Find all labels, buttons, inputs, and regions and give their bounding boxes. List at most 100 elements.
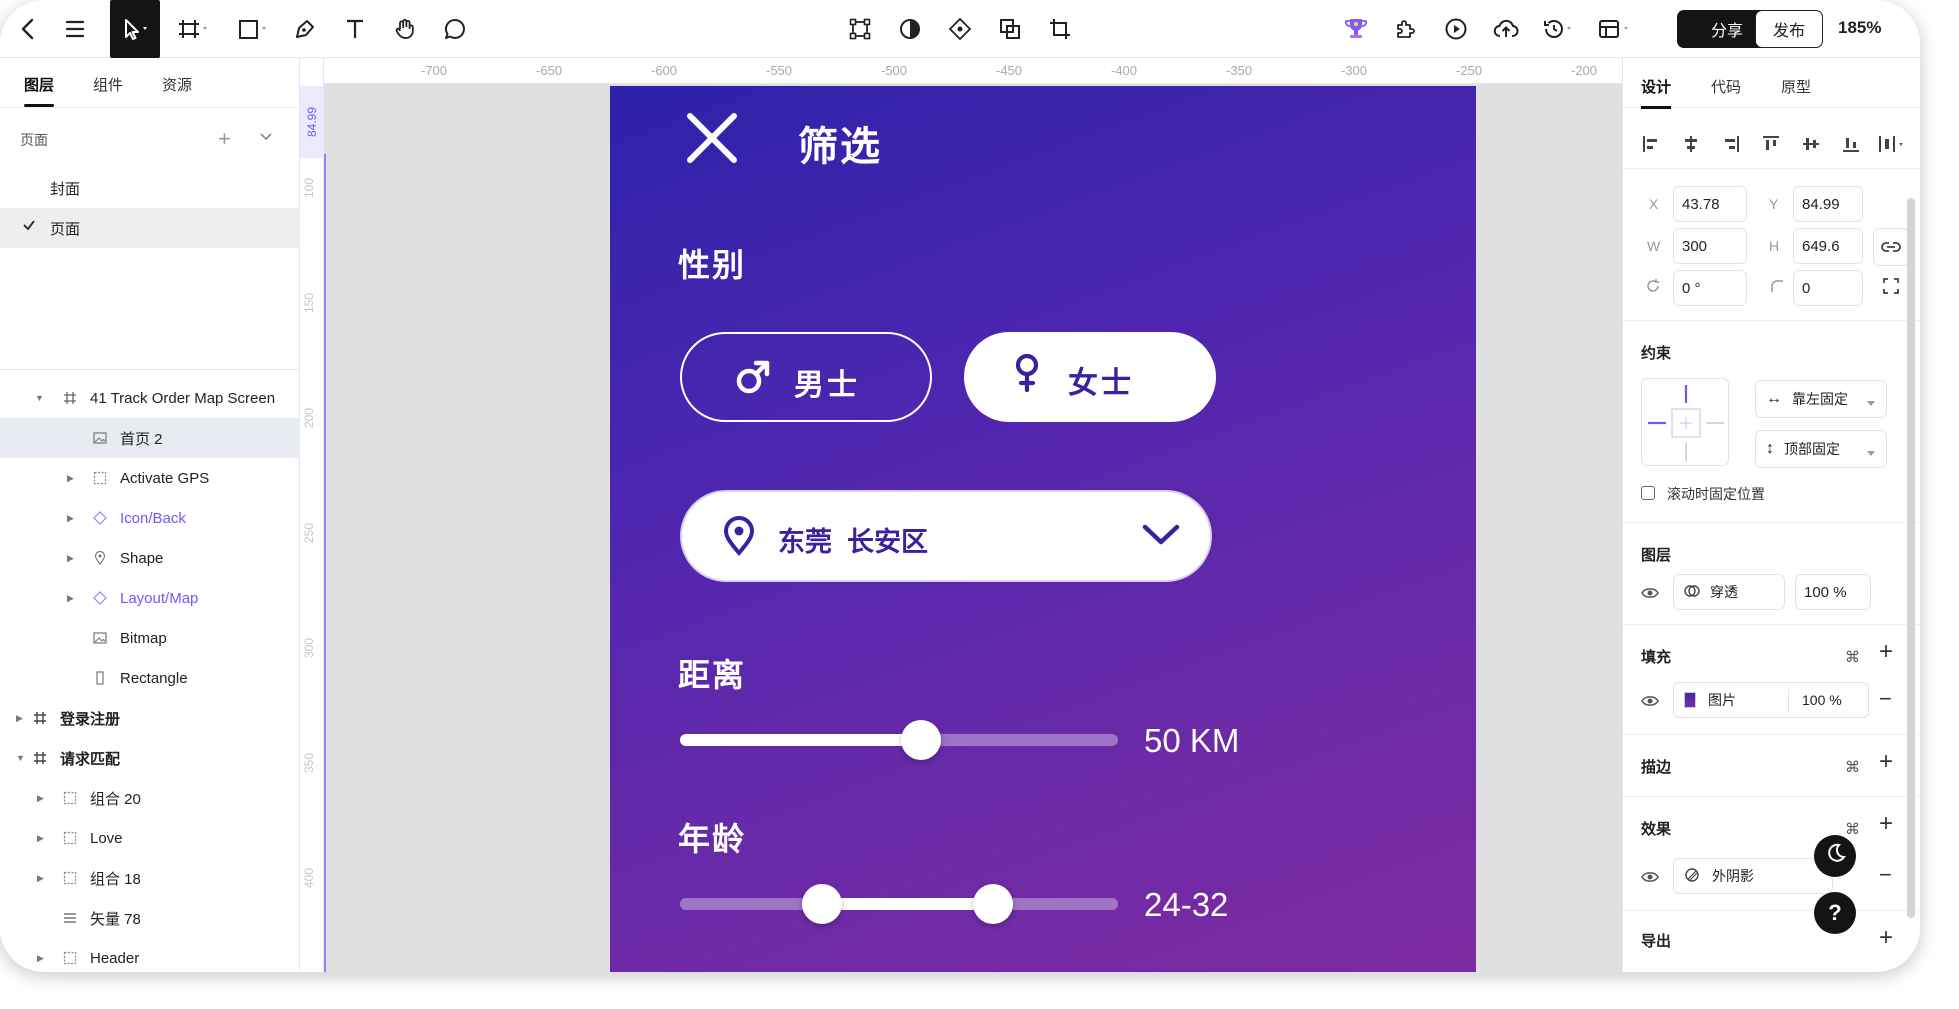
- page-item-page[interactable]: 页面: [0, 208, 300, 248]
- align-right-icon[interactable]: [1721, 134, 1741, 159]
- layer-item[interactable]: ▶ Icon/Back: [0, 498, 300, 538]
- layer-item[interactable]: ▼ 请求匹配: [0, 738, 300, 778]
- zoom-level[interactable]: 185%: [1838, 18, 1881, 38]
- horizontal-constraint-select[interactable]: ↔ 靠左固定: [1755, 380, 1887, 418]
- layer-item[interactable]: Rectangle: [0, 658, 300, 698]
- layer-item[interactable]: ▶ Activate GPS: [0, 458, 300, 498]
- effect-type-select[interactable]: 外阴影: [1673, 858, 1833, 894]
- eye-icon[interactable]: [1641, 586, 1659, 605]
- x-field[interactable]: 43.78: [1673, 186, 1747, 222]
- design-canvas[interactable]: -700 -650 -600 -550 -500 -450 -400 -350 …: [300, 58, 1622, 972]
- remove-effect-icon[interactable]: −: [1879, 862, 1892, 888]
- corner-radius-field[interactable]: 0: [1793, 270, 1863, 306]
- filter-screen-frame[interactable]: 筛选 性别 男士 女士 东莞 长安区 距离 50 KM 年龄 24-32: [610, 86, 1476, 972]
- boolean-tool-icon[interactable]: [990, 0, 1030, 58]
- menu-icon[interactable]: [55, 0, 95, 58]
- effect-style-icon[interactable]: ⌘: [1845, 820, 1860, 838]
- help-button[interactable]: ?: [1814, 892, 1856, 934]
- create-component-icon[interactable]: [940, 0, 980, 58]
- move-tool-icon[interactable]: [110, 0, 160, 58]
- constrain-proportions-icon[interactable]: [1873, 228, 1909, 266]
- stroke-style-icon[interactable]: ⌘: [1845, 758, 1860, 776]
- align-bottom-icon[interactable]: [1841, 134, 1861, 159]
- upload-icon[interactable]: [1486, 0, 1526, 58]
- rotation-field[interactable]: 0 °: [1673, 270, 1747, 306]
- back-icon[interactable]: [8, 0, 48, 58]
- male-button[interactable]: 男士: [680, 332, 932, 422]
- fix-scroll-checkbox[interactable]: [1641, 486, 1655, 500]
- hand-tool-icon[interactable]: [385, 0, 425, 58]
- layer-item[interactable]: Bitmap: [0, 618, 300, 658]
- align-center-h-icon[interactable]: [1681, 134, 1701, 159]
- fill-row[interactable]: 图片 100 %: [1673, 682, 1869, 718]
- layer-item[interactable]: ▼ 41 Track Order Map Screen: [0, 378, 300, 418]
- comment-tool-icon[interactable]: [435, 0, 475, 58]
- crop-tool-icon[interactable]: [1040, 0, 1080, 58]
- layer-item[interactable]: ▶ 组合 20: [0, 778, 300, 818]
- tab-assets[interactable]: 资源: [162, 74, 192, 95]
- layer-opacity-field[interactable]: 100 %: [1795, 574, 1871, 610]
- layer-item[interactable]: ▶ Love: [0, 818, 300, 858]
- trophy-icon[interactable]: [1336, 0, 1376, 58]
- close-icon[interactable]: [686, 112, 738, 169]
- age-slider-min-handle[interactable]: [802, 884, 843, 924]
- rectangle-tool-icon[interactable]: [230, 0, 275, 58]
- fill-style-icon[interactable]: ⌘: [1845, 648, 1860, 666]
- mask-tool-icon[interactable]: [890, 0, 930, 58]
- align-top-icon[interactable]: [1761, 134, 1781, 159]
- tab-components[interactable]: 组件: [93, 74, 123, 95]
- page-item-cover[interactable]: 封面: [0, 168, 300, 208]
- frame-tool-icon[interactable]: [170, 0, 215, 58]
- text-tool-icon[interactable]: [335, 0, 375, 58]
- layer-item[interactable]: 矢量 78: [0, 898, 300, 938]
- tab-design[interactable]: 设计: [1641, 76, 1671, 97]
- eye-icon[interactable]: [1641, 870, 1659, 889]
- component-tool-icon[interactable]: [840, 0, 880, 58]
- tab-code[interactable]: 代码: [1711, 76, 1741, 97]
- ruler-label: 200: [302, 408, 316, 429]
- layer-item[interactable]: ▶ Layout/Map: [0, 578, 300, 618]
- layer-item[interactable]: ▶ Header: [0, 938, 300, 972]
- publish-button[interactable]: 发布: [1755, 10, 1823, 48]
- female-button[interactable]: 女士: [964, 332, 1216, 422]
- height-field[interactable]: 649.6: [1793, 228, 1863, 264]
- width-field[interactable]: 300: [1673, 228, 1747, 264]
- add-stroke-icon[interactable]: +: [1879, 748, 1893, 776]
- layer-item[interactable]: ▶ 登录注册: [0, 698, 300, 738]
- horizontal-constraint-value: 靠左固定: [1792, 391, 1848, 407]
- tab-prototype[interactable]: 原型: [1781, 76, 1811, 97]
- add-fill-icon[interactable]: +: [1879, 638, 1893, 666]
- align-left-icon[interactable]: [1641, 134, 1661, 159]
- dark-mode-toggle[interactable]: [1814, 835, 1856, 877]
- remove-fill-icon[interactable]: −: [1879, 686, 1892, 712]
- play-icon[interactable]: [1436, 0, 1476, 58]
- pen-tool-icon[interactable]: [285, 0, 325, 58]
- blend-mode-select[interactable]: 穿透: [1673, 574, 1785, 610]
- tab-layers[interactable]: 图层: [24, 74, 54, 95]
- add-effect-icon[interactable]: +: [1879, 810, 1893, 838]
- add-export-icon[interactable]: +: [1879, 924, 1893, 952]
- layer-label: Love: [90, 829, 123, 847]
- align-center-v-icon[interactable]: [1801, 134, 1821, 159]
- plugin-icon[interactable]: [1386, 0, 1426, 58]
- divider: [1623, 320, 1920, 321]
- distance-slider-handle[interactable]: [900, 720, 941, 760]
- collapse-pages-icon[interactable]: [258, 128, 274, 149]
- independent-corners-icon[interactable]: [1881, 276, 1901, 301]
- distribute-icon[interactable]: [1877, 134, 1907, 159]
- layout-icon[interactable]: [1590, 0, 1640, 58]
- layer-item[interactable]: 首页 2: [0, 418, 300, 458]
- layer-item[interactable]: ▶ 组合 18: [0, 858, 300, 898]
- panel-scrollbar[interactable]: [1907, 198, 1915, 918]
- location-dropdown[interactable]: 东莞 长安区: [680, 490, 1212, 582]
- history-icon[interactable]: [1536, 0, 1582, 58]
- age-slider-max-handle[interactable]: [973, 884, 1014, 924]
- fill-opacity-value[interactable]: 100 %: [1802, 692, 1842, 708]
- add-page-icon[interactable]: +: [218, 126, 231, 152]
- y-field[interactable]: 84.99: [1793, 186, 1863, 222]
- constraints-widget[interactable]: [1641, 378, 1729, 466]
- eye-icon[interactable]: [1641, 694, 1659, 713]
- layer-item[interactable]: ▶ Shape: [0, 538, 300, 578]
- constraints-label: 约束: [1641, 345, 1672, 362]
- vertical-constraint-select[interactable]: ↕ 顶部固定: [1755, 430, 1887, 468]
